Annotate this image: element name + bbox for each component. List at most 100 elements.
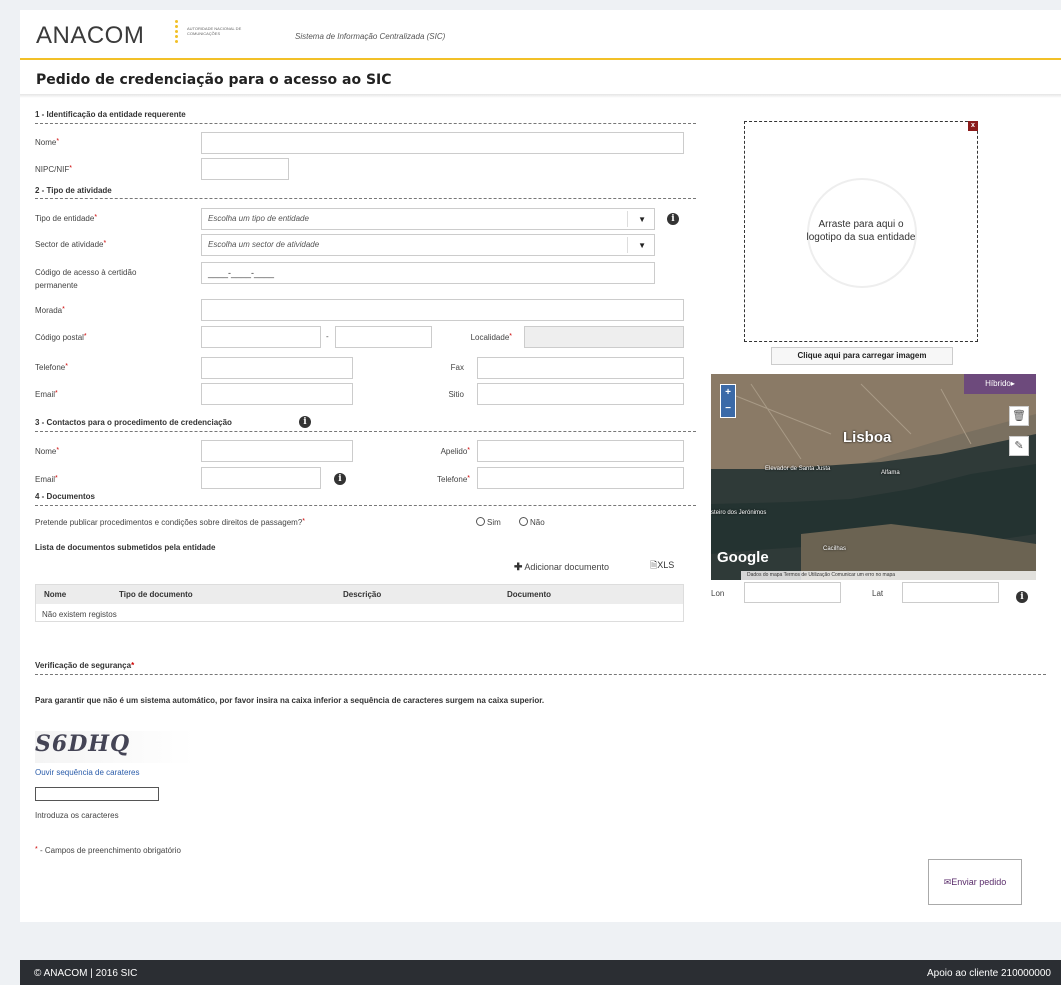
zoom-in-icon[interactable]: + [721, 385, 735, 401]
codigo-acesso-label-2: permanente [35, 281, 78, 290]
map-place-label: Cacilhas [823, 546, 847, 552]
info-icon[interactable]: i [1016, 591, 1028, 603]
captcha-input-label: Introduza os caracteres [35, 811, 119, 820]
section-1-title: 1 - Identificação da entidade requerente [35, 110, 186, 119]
localidade-input [524, 326, 684, 348]
nipc-label: NIPC/NIF* [35, 165, 72, 174]
codigo-postal-input-2[interactable] [335, 326, 432, 348]
morada-label: Morada* [35, 306, 65, 315]
col-documento[interactable]: Documento [507, 590, 551, 599]
submit-button[interactable]: ✉Enviar pedido [928, 859, 1022, 905]
edit-icon[interactable]: ✎ [1009, 436, 1029, 456]
google-logo: Google [717, 549, 769, 566]
email-label: Email* [35, 390, 58, 399]
nome-input[interactable] [201, 132, 684, 154]
anacom-logo[interactable]: ANACOM [36, 22, 144, 50]
col-descricao[interactable]: Descrição [343, 590, 381, 599]
logo-dropzone[interactable]: x Arraste para aqui o logotipo da sua en… [744, 121, 978, 342]
map-footer-links[interactable]: Dados do mapa Termos de Utilização Comun… [741, 571, 1036, 580]
map-type-button[interactable]: Híbrido▸ [964, 374, 1036, 394]
required-note: * - Campos de preenchimento obrigatório [35, 846, 181, 855]
codigo-postal-label: Código postal* [35, 333, 87, 342]
map-place-label: Alfama [881, 470, 900, 476]
telefone-input[interactable] [201, 357, 353, 379]
tipo-entidade-label: Tipo de entidade* [35, 214, 98, 223]
section-divider [35, 674, 1046, 675]
fax-label: Fax [450, 363, 464, 372]
trash-icon[interactable]: 🗑 [1009, 406, 1029, 426]
page-title: Pedido de credenciação para o acesso ao … [36, 72, 392, 88]
section-divider [35, 431, 696, 432]
lat-input[interactable] [902, 582, 999, 603]
email-input[interactable] [201, 383, 353, 405]
section-divider [35, 198, 696, 199]
dropzone-text: Arraste para aqui o logotipo da sua enti… [806, 219, 916, 243]
table-empty-row: Não existem registos [42, 610, 117, 619]
codigo-postal-separator: - [326, 332, 329, 341]
section-divider [35, 123, 696, 124]
fax-input[interactable] [477, 357, 684, 379]
map-city-label: Lisboa [843, 429, 892, 446]
security-instruction: Para garantir que não é um sistema autom… [35, 696, 545, 705]
captcha-audio-link[interactable]: Ouvir sequência de carateres [35, 768, 140, 777]
lon-input[interactable] [744, 582, 841, 603]
nipc-input[interactable] [201, 158, 289, 180]
contacto-apelido-input[interactable] [477, 440, 684, 462]
section-4-title: 4 - Documentos [35, 492, 96, 501]
upload-image-button[interactable]: Clique aqui para carregar imagem [771, 347, 953, 365]
add-document-button[interactable]: ✚ Adicionar documento [514, 562, 609, 573]
info-icon[interactable]: i [299, 416, 311, 428]
captcha-input[interactable] [35, 787, 159, 801]
map-view[interactable]: + − Híbrido▸ 🗑 ✎ Lisboa Elevador de Sant… [711, 374, 1036, 580]
page-footer: © ANACOM | 2016 SIC Apoio ao cliente 210… [20, 960, 1061, 985]
contacto-apelido-label: Apelido* [440, 447, 470, 456]
col-nome[interactable]: Nome [44, 590, 66, 599]
codigo-acesso-label: Código de acesso à certidão [35, 268, 137, 277]
sitio-label: Sitio [448, 390, 464, 399]
map-place-label: Elevador de Santa Justa [765, 466, 831, 472]
close-icon[interactable]: x [968, 121, 978, 131]
map-zoom-control[interactable]: + − [720, 384, 736, 418]
plus-icon: ✚ [514, 562, 523, 573]
xls-export-button[interactable]: 🗎XLS [650, 558, 674, 574]
col-tipo[interactable]: Tipo de documento [119, 590, 193, 599]
logo-dots-icon [172, 18, 180, 50]
footer-copyright: © ANACOM | 2016 SIC [34, 968, 138, 979]
contacto-email-label: Email* [35, 475, 58, 484]
chevron-down-icon: ▼ [638, 241, 646, 250]
captcha-image: S6DHQ [35, 731, 195, 763]
security-title: Verificação de segurança* [35, 661, 135, 670]
publicar-question: Pretende publicar procedimentos e condiç… [35, 518, 306, 527]
title-divider [20, 94, 1061, 98]
lat-label: Lat [872, 589, 884, 598]
section-divider [35, 505, 696, 506]
sitio-input[interactable] [477, 383, 684, 405]
codigo-postal-input-1[interactable] [201, 326, 321, 348]
contacto-email-input[interactable] [201, 467, 321, 489]
top-header: ANACOM AUTORIDADE NACIONAL DE COMUNICAÇÕ… [20, 10, 1061, 60]
zoom-out-icon[interactable]: − [721, 401, 735, 417]
documents-list-title: Lista de documentos submetidos pela enti… [35, 543, 216, 552]
info-icon[interactable]: i [667, 213, 679, 225]
chevron-down-icon: ▼ [638, 215, 646, 224]
system-title: Sistema de Informação Centralizada (SIC) [295, 32, 446, 41]
footer-support: Apoio ao cliente 210000000 [927, 968, 1051, 979]
codigo-acesso-input[interactable]: ____-____-____ [201, 262, 655, 284]
radio-sim[interactable]: Sim [476, 517, 501, 527]
radio-circle-icon [519, 517, 528, 526]
tipo-entidade-select[interactable]: Escolha um tipo de entidade ▼ [201, 208, 655, 230]
radio-circle-icon [476, 517, 485, 526]
contacto-telefone-input[interactable] [477, 467, 684, 489]
contacto-nome-input[interactable] [201, 440, 353, 462]
section-3-title: 3 - Contactos para o procedimento de cre… [35, 418, 232, 427]
section-2-title: 2 - Tipo de atividade [35, 186, 112, 195]
morada-input[interactable] [201, 299, 684, 321]
logo-subtitle: AUTORIDADE NACIONAL DE COMUNICAÇÕES [187, 26, 242, 36]
info-icon[interactable]: i [334, 473, 346, 485]
sector-select[interactable]: Escolha um sector de atividade ▼ [201, 234, 655, 256]
map-place-label: steiro dos Jerónimos [711, 510, 767, 516]
localidade-label: Localidade* [470, 333, 512, 342]
radio-nao[interactable]: Não [519, 517, 545, 527]
telefone-label: Telefone* [35, 363, 68, 372]
lon-label: Lon [711, 589, 725, 598]
